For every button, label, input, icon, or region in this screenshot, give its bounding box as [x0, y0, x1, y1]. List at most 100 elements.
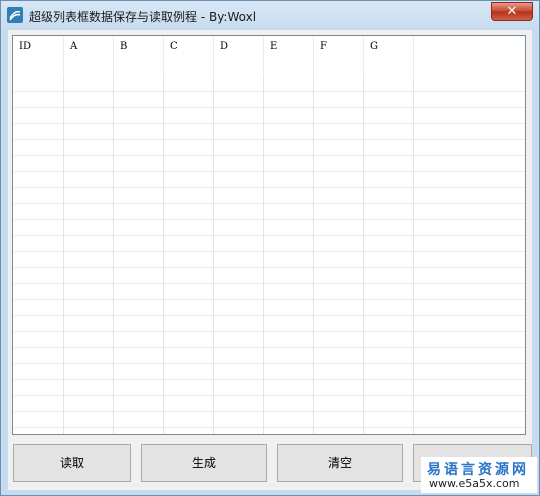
- table-row[interactable]: [13, 412, 525, 428]
- table-cell: [13, 412, 64, 428]
- table-cell: [214, 252, 264, 268]
- table-cell: [314, 92, 364, 108]
- table-cell: [414, 124, 525, 140]
- table-cell: [264, 156, 314, 172]
- table-cell: [13, 252, 64, 268]
- table-cell: [13, 140, 64, 156]
- table-row[interactable]: [13, 108, 525, 124]
- table-row[interactable]: [13, 348, 525, 364]
- table-cell: [114, 364, 164, 380]
- client-area: ID A B C D E F G 读取 生成 清空 保存: [8, 30, 532, 490]
- table-cell: [64, 220, 114, 236]
- close-button[interactable]: ✕: [491, 2, 533, 21]
- table-row[interactable]: [13, 268, 525, 284]
- table-row[interactable]: [13, 172, 525, 188]
- table-cell: [13, 172, 64, 188]
- table-cell: [164, 124, 214, 140]
- table-cell: [164, 236, 214, 252]
- table-cell: [214, 364, 264, 380]
- table-cell: [164, 76, 214, 92]
- table-cell: [214, 188, 264, 204]
- table-cell: [164, 364, 214, 380]
- column-header-id[interactable]: ID: [13, 36, 64, 76]
- table-row[interactable]: [13, 316, 525, 332]
- table-cell: [414, 364, 525, 380]
- table-cell: [214, 76, 264, 92]
- table-row[interactable]: [13, 300, 525, 316]
- table-cell: [164, 204, 214, 220]
- table-cell: [214, 332, 264, 348]
- table-row[interactable]: [13, 236, 525, 252]
- table-cell: [13, 332, 64, 348]
- column-header-f[interactable]: F: [314, 36, 364, 76]
- table-cell: [164, 268, 214, 284]
- table-cell: [264, 348, 314, 364]
- table-cell: [13, 188, 64, 204]
- table-cell: [264, 380, 314, 396]
- table-cell: [13, 396, 64, 412]
- table-row[interactable]: [13, 364, 525, 380]
- table-cell: [13, 316, 64, 332]
- table-cell: [214, 156, 264, 172]
- read-button[interactable]: 读取: [13, 444, 131, 482]
- table-cell: [314, 396, 364, 412]
- title-bar[interactable]: 超级列表框数据保存与读取例程 - By:Woxl ✕: [1, 1, 539, 31]
- table-row[interactable]: [13, 92, 525, 108]
- table-cell: [114, 76, 164, 92]
- table-cell: [64, 348, 114, 364]
- table-cell: [214, 300, 264, 316]
- table-row[interactable]: [13, 220, 525, 236]
- table-cell: [314, 348, 364, 364]
- table-row[interactable]: [13, 188, 525, 204]
- table-cell: [414, 172, 525, 188]
- generate-button[interactable]: 生成: [141, 444, 267, 482]
- table-row[interactable]: [13, 428, 525, 434]
- clear-button[interactable]: 清空: [277, 444, 403, 482]
- table-cell: [364, 108, 414, 124]
- table-cell: [364, 172, 414, 188]
- table-cell: [314, 108, 364, 124]
- table-cell: [214, 108, 264, 124]
- close-icon: ✕: [506, 4, 518, 19]
- table-row[interactable]: [13, 396, 525, 412]
- column-header-c[interactable]: C: [164, 36, 214, 76]
- watermark-chinese-text: 易语言资源网: [427, 462, 529, 478]
- table-row[interactable]: [13, 204, 525, 220]
- table-cell: [64, 300, 114, 316]
- table-row[interactable]: [13, 156, 525, 172]
- table-cell: [13, 124, 64, 140]
- table-cell: [314, 76, 364, 92]
- table-cell: [64, 76, 114, 92]
- table-cell: [264, 364, 314, 380]
- column-header-d[interactable]: D: [214, 36, 264, 76]
- table-cell: [214, 268, 264, 284]
- table-cell: [414, 76, 525, 92]
- table-cell: [214, 140, 264, 156]
- table-row[interactable]: [13, 124, 525, 140]
- table-row[interactable]: [13, 76, 525, 92]
- table-row[interactable]: [13, 332, 525, 348]
- table-row[interactable]: [13, 284, 525, 300]
- table-cell: [164, 300, 214, 316]
- table-cell: [414, 428, 525, 434]
- table-row[interactable]: [13, 140, 525, 156]
- table-cell: [13, 204, 64, 220]
- table-cell: [314, 124, 364, 140]
- table-cell: [164, 380, 214, 396]
- table-row[interactable]: [13, 252, 525, 268]
- column-header-b[interactable]: B: [114, 36, 164, 76]
- column-header-a[interactable]: A: [64, 36, 114, 76]
- table-cell: [214, 316, 264, 332]
- table-cell: [114, 268, 164, 284]
- table-cell: [364, 380, 414, 396]
- table-cell: [64, 428, 114, 434]
- table-cell: [64, 332, 114, 348]
- column-header-g[interactable]: G: [364, 36, 414, 76]
- table-cell: [314, 156, 364, 172]
- table-cell: [164, 156, 214, 172]
- table-cell: [13, 284, 64, 300]
- table-cell: [364, 364, 414, 380]
- super-list-box[interactable]: ID A B C D E F G: [12, 35, 526, 435]
- table-row[interactable]: [13, 380, 525, 396]
- column-header-e[interactable]: E: [264, 36, 314, 76]
